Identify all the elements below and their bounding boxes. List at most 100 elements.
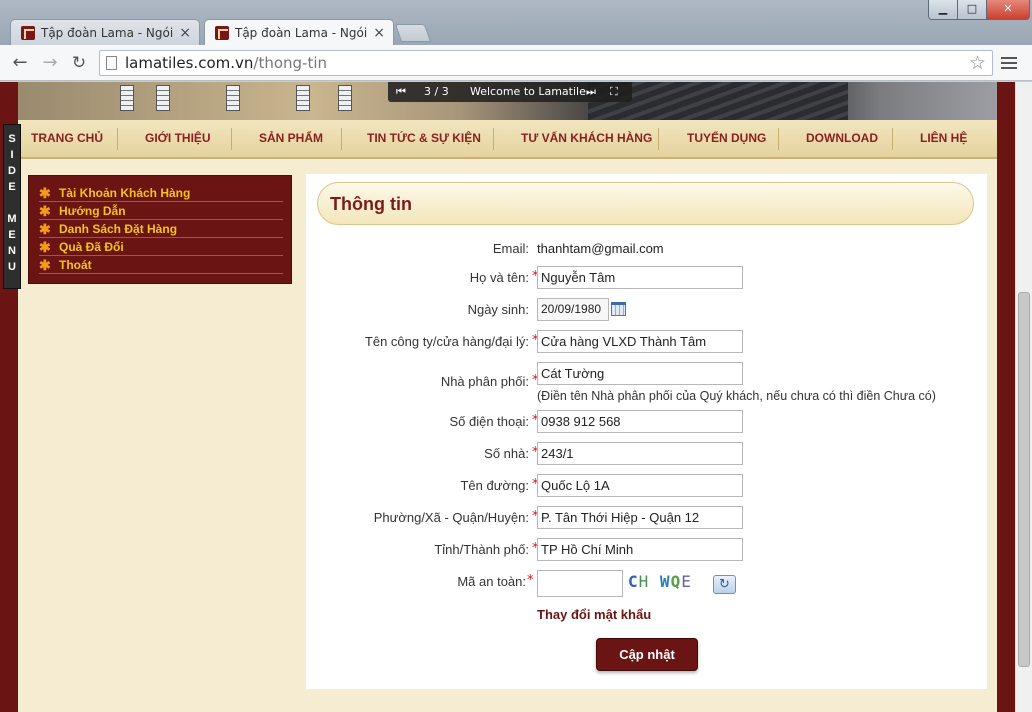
back-arrow-icon[interactable]: ← [8, 51, 32, 75]
row-phone: Số điện thoại: * 0938 912 568 [306, 410, 987, 434]
page-viewport: ⏮ 3 / 3 Welcome to Lamatile ⏭ ⛶ TRANG CH… [0, 82, 1032, 712]
forward-arrow-icon[interactable]: → [38, 51, 62, 75]
window-maximize-button[interactable]: □ [957, 0, 987, 20]
asterisk-bullet-icon: ✱ [39, 221, 51, 237]
browser-menu-icon[interactable] [1001, 55, 1017, 71]
banner-window [338, 85, 352, 111]
site-favicon-icon [21, 26, 35, 40]
dob-label: Ngày sinh: [467, 302, 529, 317]
account-menu-item-account[interactable]: ✱ Tài Khoản Khách Hàng [39, 184, 283, 202]
calendar-icon[interactable] [611, 302, 626, 316]
dob-field[interactable]: 20/09/1980 [537, 298, 609, 321]
side-menu-letter: I [10, 149, 14, 161]
account-menu-item-logout[interactable]: ✱ Thoát [39, 256, 283, 274]
captcha-char: W [659, 572, 671, 591]
name-field[interactable]: Nguyễn Tâm [537, 266, 743, 289]
side-menu-letter: S [8, 133, 16, 145]
side-menu-letter: E [8, 181, 16, 193]
row-city: Tỉnh/Thành phố: * TP Hồ Chí Minh [306, 538, 987, 562]
row-email: Email: thanhtam@gmail.com [306, 237, 987, 261]
nav-item-home[interactable]: TRANG CHỦ [31, 120, 103, 157]
nav-item-contact[interactable]: LIÊN HỆ [920, 120, 967, 157]
distributor-field[interactable]: Cát Tường [537, 362, 743, 385]
row-company: Tên công ty/cửa hàng/đại lý: * Cửa hàng … [306, 330, 987, 354]
page-icon [106, 56, 117, 70]
reload-icon[interactable]: ↻ [67, 51, 91, 75]
slide-prev-icon[interactable]: ⏮ [396, 82, 406, 102]
side-menu-tab[interactable]: S I D E M E N U [3, 124, 21, 289]
row-street: Tên đường: * Quốc Lộ 1A [306, 474, 987, 498]
asterisk-bullet-icon: ✱ [39, 239, 51, 255]
account-menu-label: Danh Sách Đặt Hàng [59, 222, 178, 236]
account-menu-item-gifts[interactable]: ✱ Quà Đã Đổi [39, 238, 283, 256]
company-field[interactable]: Cửa hàng VLXD Thành Tâm [537, 330, 743, 353]
browser-tab-2-active[interactable]: Tập đoàn Lama - Ngói mà × [204, 19, 394, 45]
nav-item-consulting[interactable]: TƯ VẤN KHÁCH HÀNG [521, 120, 652, 157]
nav-item-careers[interactable]: TUYỂN DỤNG [687, 120, 766, 157]
name-label: Họ và tên: [469, 270, 529, 285]
captcha-input[interactable] [537, 570, 623, 597]
nav-item-download[interactable]: DOWNLOAD [806, 120, 878, 157]
nav-item-news[interactable]: TIN TỨC & SỰ KIỆN [367, 120, 481, 157]
browser-toolbar: ← → ↻ lamatiles.com.vn/thong-tin ☆ [0, 45, 1032, 81]
nav-separator [778, 128, 779, 150]
house-label: Số nhà: [484, 446, 529, 461]
main-navigation: TRANG CHỦ GIỚI THIỆU SẢN PHẨM TIN TỨC & … [18, 120, 997, 159]
tab-close-icon[interactable]: × [179, 20, 191, 45]
captcha-image: CH WQE [628, 572, 692, 591]
captcha-char: H [638, 572, 650, 591]
street-field[interactable]: Quốc Lộ 1A [537, 474, 743, 497]
page-background: ⏮ 3 / 3 Welcome to Lamatile ⏭ ⛶ TRANG CH… [0, 82, 1015, 712]
nav-separator [658, 128, 659, 150]
nav-item-about[interactable]: GIỚI THIỆU [145, 120, 211, 157]
row-captcha: Mã an toàn: * CH WQE ↻ [306, 570, 987, 600]
tab-close-icon[interactable]: × [373, 20, 385, 45]
distributor-hint: (Điền tên Nhà phân phối của Quý khách, n… [537, 389, 936, 403]
house-number-field[interactable]: 243/1 [537, 442, 743, 465]
scrollbar-thumb[interactable] [1018, 292, 1030, 667]
bookmark-star-icon[interactable]: ☆ [969, 52, 986, 74]
captcha-char: Q [670, 572, 682, 591]
row-name: Họ và tên: * Nguyễn Tâm [306, 266, 987, 290]
side-menu-letter: N [8, 245, 16, 257]
asterisk-bullet-icon: ✱ [39, 203, 51, 219]
new-tab-button[interactable] [394, 24, 432, 42]
city-field[interactable]: TP Hồ Chí Minh [537, 538, 743, 561]
profile-form-panel: Thông tin Email: thanhtam@gmail.com Họ v… [306, 174, 987, 689]
ward-district-field[interactable]: P. Tân Thới Hiệp - Quận 12 [537, 506, 743, 529]
window-minimize-button[interactable]: ▁ [928, 0, 958, 20]
browser-tab-1[interactable]: Tập đoàn Lama - Ngói mà × [10, 19, 200, 45]
address-url: lamatiles.com.vn/thong-tin [125, 54, 327, 72]
change-password-link[interactable]: Thay đổi mật khẩu [537, 607, 651, 622]
banner-window [120, 85, 134, 111]
account-menu-label: Thoát [59, 258, 92, 272]
side-menu-letter: U [8, 261, 16, 273]
account-menu-label: Quà Đã Đổi [59, 240, 124, 254]
slideshow-controls: ⏮ 3 / 3 Welcome to Lamatile ⏭ ⛶ [388, 82, 632, 102]
update-button[interactable]: Cập nhật [596, 638, 698, 671]
banner-window [226, 85, 240, 111]
account-menu-item-orders[interactable]: ✱ Danh Sách Đặt Hàng [39, 220, 283, 238]
banner-window [156, 85, 170, 111]
row-ward: Phường/Xã - Quận/Huyện: * P. Tân Thới Hi… [306, 506, 987, 530]
captcha-char: C [628, 572, 639, 591]
account-menu-label: Tài Khoản Khách Hàng [59, 186, 191, 200]
phone-field[interactable]: 0938 912 568 [537, 410, 743, 433]
section-header: Thông tin [317, 182, 974, 225]
url-path: /thong-tin [253, 54, 328, 72]
nav-item-products[interactable]: SẢN PHẨM [259, 120, 323, 157]
vertical-scrollbar[interactable] [1015, 82, 1032, 712]
captcha-label: Mã an toàn: [457, 574, 526, 589]
side-menu-letter [4, 195, 20, 211]
browser-titlebar: Tập đoàn Lama - Ngói mà × Tập đoàn Lama … [0, 0, 1032, 45]
email-value: thanhtam@gmail.com [537, 241, 664, 256]
window-close-button[interactable]: ✕ [986, 0, 1030, 20]
asterisk-bullet-icon: ✱ [39, 185, 51, 201]
account-menu-item-guide[interactable]: ✱ Hướng Dẫn [39, 202, 283, 220]
captcha-refresh-icon[interactable]: ↻ [713, 575, 736, 594]
fullscreen-icon[interactable]: ⛶ [610, 82, 618, 102]
page-container: ⏮ 3 / 3 Welcome to Lamatile ⏭ ⛶ TRANG CH… [18, 82, 997, 712]
slide-next-icon[interactable]: ⏭ [586, 82, 596, 102]
distributor-label: Nhà phân phối: [440, 374, 529, 389]
address-bar[interactable]: lamatiles.com.vn/thong-tin ☆ [99, 50, 993, 76]
